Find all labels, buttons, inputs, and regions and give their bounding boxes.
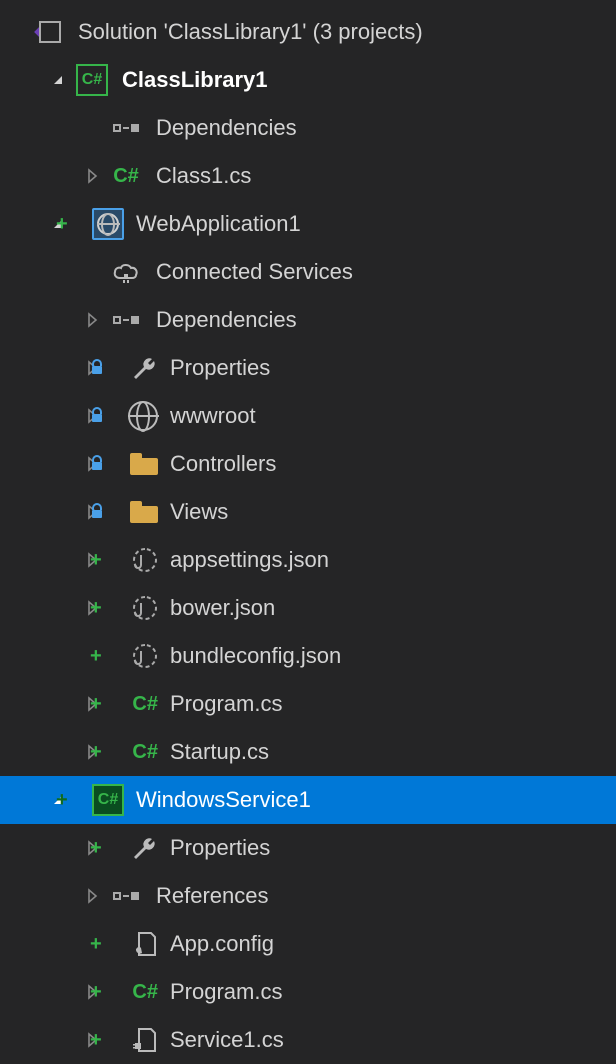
node-label: Class1.cs bbox=[146, 163, 251, 189]
file-appsettings-json[interactable]: + appsettings.json bbox=[0, 536, 616, 584]
lock-overlay-icon bbox=[90, 451, 104, 477]
config-file-icon: + bbox=[106, 931, 160, 957]
node-label: Dependencies bbox=[146, 307, 297, 333]
node-label: wwwroot bbox=[160, 403, 256, 429]
add-overlay-icon: + bbox=[90, 646, 102, 666]
component-file-icon: + bbox=[106, 1027, 160, 1053]
add-overlay-icon: + bbox=[56, 214, 68, 234]
json-file-icon: + bbox=[106, 547, 160, 573]
file-program-cs[interactable]: + C# Program.cs bbox=[0, 680, 616, 728]
expand-toggle-icon[interactable] bbox=[78, 888, 106, 904]
add-overlay-icon: + bbox=[90, 1030, 102, 1050]
node-label: Dependencies bbox=[146, 115, 297, 141]
web-project-icon: + bbox=[72, 208, 126, 240]
node-label: Service1.cs bbox=[160, 1027, 284, 1053]
cloud-plug-icon bbox=[106, 262, 146, 282]
expand-toggle-icon[interactable] bbox=[44, 72, 72, 88]
node-label: Properties bbox=[160, 355, 270, 381]
node-label: Startup.cs bbox=[160, 739, 269, 765]
references-node[interactable]: References bbox=[0, 872, 616, 920]
lock-overlay-icon bbox=[90, 355, 104, 381]
dependencies-node[interactable]: Dependencies bbox=[0, 104, 616, 152]
csharp-project-icon: C# bbox=[72, 64, 112, 96]
node-label: bower.json bbox=[160, 595, 275, 621]
add-overlay-icon: + bbox=[90, 742, 102, 762]
node-label: bundleconfig.json bbox=[160, 643, 341, 669]
node-label: Views bbox=[160, 499, 228, 525]
dependencies-icon bbox=[106, 310, 146, 330]
solution-icon bbox=[28, 19, 68, 45]
csharp-project-icon: + C# bbox=[72, 784, 126, 816]
csharp-file-icon: + C# bbox=[106, 694, 160, 714]
file-bundleconfig-json[interactable]: + bundleconfig.json bbox=[0, 632, 616, 680]
csharp-file-icon: C# bbox=[106, 166, 146, 186]
file-program-cs[interactable]: + C# Program.cs bbox=[0, 968, 616, 1016]
node-label: Controllers bbox=[160, 451, 276, 477]
node-label: Program.cs bbox=[160, 979, 282, 1005]
solution-label: Solution 'ClassLibrary1' (3 projects) bbox=[68, 19, 423, 45]
project-label: WindowsService1 bbox=[126, 787, 311, 813]
csharp-file-icon: + C# bbox=[106, 982, 160, 1002]
csharp-file-icon: + C# bbox=[106, 742, 160, 762]
add-overlay-icon: + bbox=[90, 934, 102, 954]
project-webapplication1[interactable]: + WebApplication1 bbox=[0, 200, 616, 248]
file-startup-cs[interactable]: + C# Startup.cs bbox=[0, 728, 616, 776]
lock-overlay-icon bbox=[90, 499, 104, 525]
node-label: Connected Services bbox=[146, 259, 353, 285]
add-overlay-icon: + bbox=[90, 598, 102, 618]
solution-row[interactable]: Solution 'ClassLibrary1' (3 projects) bbox=[0, 8, 616, 56]
add-overlay-icon: + bbox=[90, 550, 102, 570]
add-overlay-icon: + bbox=[90, 838, 102, 858]
dependencies-node[interactable]: Dependencies bbox=[0, 296, 616, 344]
node-label: App.config bbox=[160, 931, 274, 957]
add-overlay-icon: + bbox=[90, 694, 102, 714]
file-class1-cs[interactable]: C# Class1.cs bbox=[0, 152, 616, 200]
lock-overlay-icon bbox=[90, 403, 104, 429]
references-icon bbox=[106, 886, 146, 906]
add-overlay-icon: + bbox=[90, 982, 102, 1002]
expand-toggle-icon[interactable] bbox=[78, 168, 106, 184]
file-bower-json[interactable]: + bower.json bbox=[0, 584, 616, 632]
json-file-icon: + bbox=[106, 595, 160, 621]
project-label: WebApplication1 bbox=[126, 211, 301, 237]
globe-icon bbox=[106, 401, 160, 431]
connected-services-node[interactable]: Connected Services bbox=[0, 248, 616, 296]
node-label: appsettings.json bbox=[160, 547, 329, 573]
dependencies-icon bbox=[106, 118, 146, 138]
add-overlay-icon: + bbox=[56, 790, 68, 810]
expand-toggle-icon[interactable] bbox=[78, 312, 106, 328]
views-folder[interactable]: Views bbox=[0, 488, 616, 536]
properties-node[interactable]: Properties bbox=[0, 344, 616, 392]
folder-icon bbox=[106, 501, 160, 523]
project-windowsservice1[interactable]: + C# WindowsService1 bbox=[0, 776, 616, 824]
folder-icon bbox=[106, 453, 160, 475]
wwwroot-node[interactable]: wwwroot bbox=[0, 392, 616, 440]
file-service1-cs[interactable]: + Service1.cs bbox=[0, 1016, 616, 1064]
controllers-folder[interactable]: Controllers bbox=[0, 440, 616, 488]
project-classlibrary1[interactable]: C# ClassLibrary1 bbox=[0, 56, 616, 104]
project-label: ClassLibrary1 bbox=[112, 67, 268, 93]
wrench-icon: + bbox=[106, 835, 160, 861]
json-file-icon: + bbox=[106, 643, 160, 669]
file-app-config[interactable]: + App.config bbox=[0, 920, 616, 968]
node-label: References bbox=[146, 883, 269, 909]
properties-node[interactable]: + Properties bbox=[0, 824, 616, 872]
node-label: Program.cs bbox=[160, 691, 282, 717]
wrench-icon bbox=[106, 355, 160, 381]
node-label: Properties bbox=[160, 835, 270, 861]
